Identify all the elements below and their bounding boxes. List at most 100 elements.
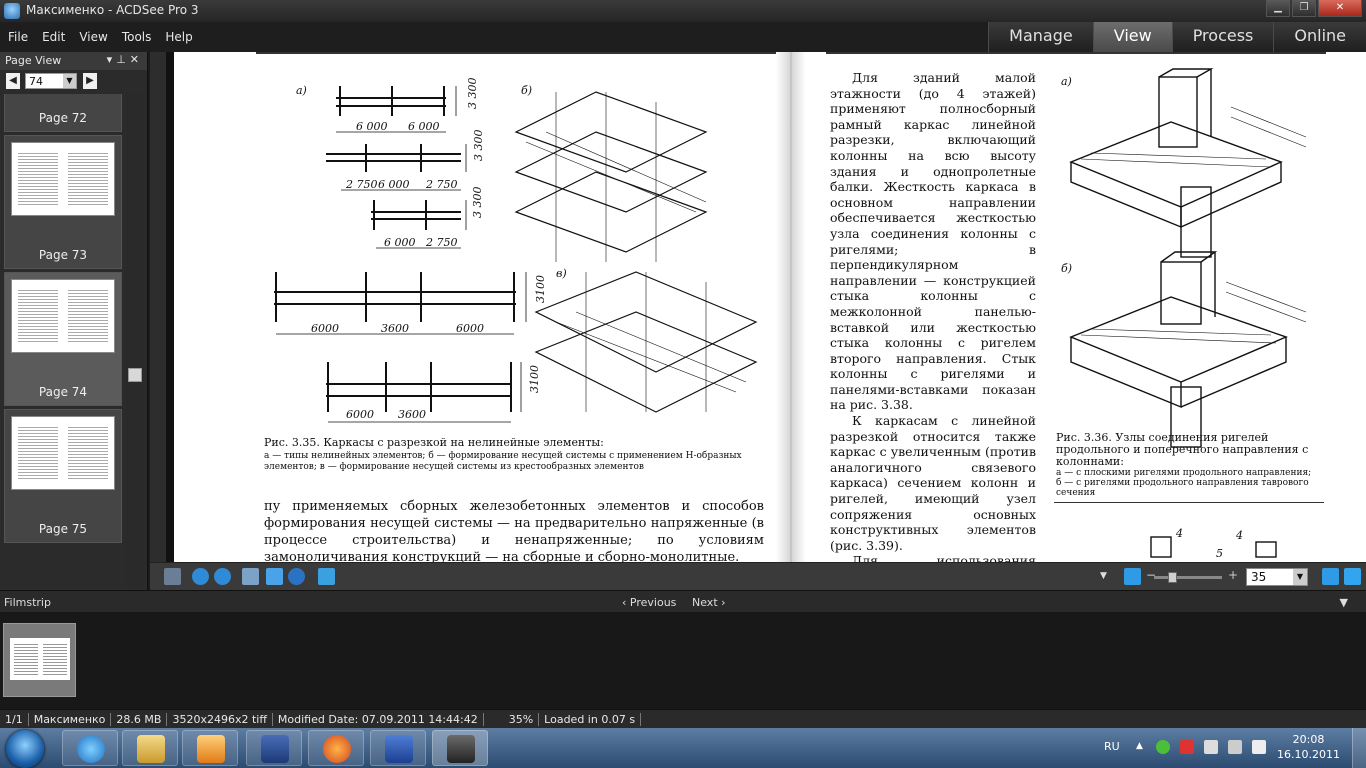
menu-file[interactable]: File: [8, 30, 28, 44]
floppy-disk-icon: [261, 735, 289, 763]
media-player-icon: [197, 735, 225, 763]
panel-close-icon[interactable]: ✕: [130, 53, 143, 66]
tray-app-icon[interactable]: [1156, 740, 1170, 754]
page-preview-image: [11, 142, 115, 216]
svg-text:5: 5: [1216, 547, 1223, 560]
panel-menu-icon[interactable]: ▾: [107, 53, 117, 66]
taskbar-explorer[interactable]: [122, 730, 178, 766]
page-thumbnail-73[interactable]: Page 73: [4, 135, 122, 269]
image-basket-icon[interactable]: [164, 568, 181, 585]
taskbar-word[interactable]: [370, 730, 426, 766]
thumbnail-scrollbar[interactable]: [126, 94, 144, 588]
tray-device-icon[interactable]: [1204, 740, 1218, 754]
svg-text:3600: 3600: [381, 322, 409, 335]
status-filesize: 28.6 MB: [111, 712, 168, 726]
scanned-document: а) б) в) 6 000 6 000 2 750 6 000 2 750 6…: [166, 52, 1366, 562]
window-controls: ▁ ❐ ✕: [1264, 0, 1362, 18]
filmstrip-collapse-icon[interactable]: ▼: [1340, 596, 1348, 609]
page-number-select[interactable]: 74 ▼: [25, 73, 77, 89]
taskbar-acdsee[interactable]: [432, 730, 488, 766]
menu-tools[interactable]: Tools: [122, 30, 152, 44]
left-page-body-text: пу применяемых сборных железобетонных эл…: [264, 499, 764, 562]
menu-view[interactable]: View: [79, 30, 107, 44]
zoom-tool-icon[interactable]: [288, 568, 305, 585]
page-preview-image: [11, 416, 115, 490]
menu-help[interactable]: Help: [165, 30, 192, 44]
zoom-slider-thumb[interactable]: [1168, 572, 1177, 583]
page-preview-image: [11, 279, 115, 353]
zoom-out-icon[interactable]: −: [1146, 568, 1156, 582]
clock[interactable]: 20:08 16.10.2011: [1277, 732, 1340, 762]
svg-text:в): в): [556, 267, 567, 280]
prev-page-button[interactable]: ◀: [6, 73, 20, 89]
svg-text:б): б): [1061, 262, 1072, 275]
rotate-right-icon[interactable]: [214, 568, 231, 585]
scrollbar-thumb[interactable]: [128, 368, 142, 382]
status-filename: Максименко: [29, 712, 112, 726]
figure-3-36-legend: а — с плоскими ригелями продольного напр…: [1056, 468, 1312, 498]
mode-tab-manage[interactable]: Manage: [988, 22, 1093, 52]
status-load-time: Loaded in 0.07 s: [539, 712, 642, 726]
mode-tab-view[interactable]: View: [1092, 22, 1172, 52]
page-thumbnail-75[interactable]: Page 75: [4, 409, 122, 543]
volume-icon[interactable]: [1252, 740, 1266, 754]
language-indicator[interactable]: RU: [1104, 740, 1120, 753]
network-icon[interactable]: [1228, 740, 1242, 754]
actual-size-icon[interactable]: [1124, 568, 1141, 585]
mode-tab-process[interactable]: Process: [1171, 22, 1274, 52]
rotate-left-icon[interactable]: [192, 568, 209, 585]
start-button[interactable]: [6, 730, 44, 768]
maximize-button[interactable]: ❐: [1292, 0, 1316, 17]
filmstrip-thumbnail[interactable]: [3, 623, 76, 697]
svg-text:6 000: 6 000: [356, 120, 388, 133]
page-view-title: Page View: [5, 54, 62, 67]
taskbar-save-app[interactable]: [246, 730, 302, 766]
chevron-down-icon[interactable]: ▼: [1293, 569, 1307, 585]
image-viewer[interactable]: а) б) в) 6 000 6 000 2 750 6 000 2 750 6…: [150, 52, 1366, 562]
filmstrip-area: [0, 612, 1366, 709]
minimize-button[interactable]: ▁: [1266, 0, 1290, 17]
svg-text:6000: 6000: [456, 322, 484, 335]
menu-edit[interactable]: Edit: [42, 30, 65, 44]
page-preview-image: [10, 638, 70, 680]
zoom-slider[interactable]: [1154, 572, 1222, 583]
page-view-panel: Page View ▾⊥✕ ◀ 74 ▼ ▶ Page 72 Page 73 P…: [0, 52, 148, 590]
acdsee-app-icon: [4, 3, 20, 19]
filmstrip-previous-button[interactable]: ‹ Previous: [622, 596, 676, 609]
full-screen-icon[interactable]: [1344, 568, 1361, 585]
svg-text:а): а): [296, 84, 307, 97]
select-tool-icon[interactable]: [266, 568, 283, 585]
page-thumbnail-74[interactable]: Page 74: [4, 272, 122, 406]
mode-tab-online[interactable]: Online: [1273, 22, 1366, 52]
tray-expand-icon[interactable]: ▲: [1136, 741, 1143, 751]
zoom-level-select[interactable]: 35 ▼: [1246, 568, 1308, 586]
mode-tabs: Manage View Process Online: [988, 22, 1366, 52]
next-page-button[interactable]: ▶: [83, 73, 97, 89]
svg-text:2 750: 2 750: [425, 236, 458, 249]
svg-text:4: 4: [1175, 527, 1183, 540]
taskbar-media-player[interactable]: [182, 730, 238, 766]
hand-tool-icon[interactable]: [242, 568, 259, 585]
status-bar: 1/1 Максименко 28.6 MB 3520x2496x2 tiff …: [0, 709, 1366, 728]
status-index: 1/1: [0, 712, 29, 726]
viewer-toolbar: ▼ − + 35 ▼: [150, 562, 1366, 590]
pin-icon[interactable]: ⊥: [116, 53, 130, 66]
page-view-header: Page View ▾⊥✕: [0, 52, 147, 70]
tray-security-icon[interactable]: [1180, 740, 1194, 754]
close-button[interactable]: ✕: [1318, 0, 1362, 17]
chevron-down-icon[interactable]: ▼: [63, 74, 76, 88]
show-desktop-button[interactable]: [1352, 728, 1366, 768]
taskbar-firefox[interactable]: [308, 730, 364, 766]
svg-text:3 300: 3 300: [471, 187, 484, 219]
taskbar-internet-explorer[interactable]: [62, 730, 118, 766]
folder-icon: [137, 735, 165, 763]
chevron-down-icon[interactable]: ▼: [1100, 571, 1107, 581]
page-thumbnail-72[interactable]: Page 72: [4, 94, 122, 132]
filmstrip-next-button[interactable]: Next ›: [692, 596, 726, 609]
svg-text:3100: 3100: [534, 275, 547, 303]
zoom-in-icon[interactable]: +: [1228, 568, 1238, 582]
figure-3-36-caption: Рис. 3.36. Узлы соединения ригелей продо…: [1056, 431, 1309, 468]
fit-width-icon[interactable]: [1322, 568, 1339, 585]
figure-3-35-drawing: а) б) в) 6 000 6 000 2 750 6 000 2 750 6…: [274, 78, 758, 423]
fit-resize-icon[interactable]: [318, 568, 335, 585]
